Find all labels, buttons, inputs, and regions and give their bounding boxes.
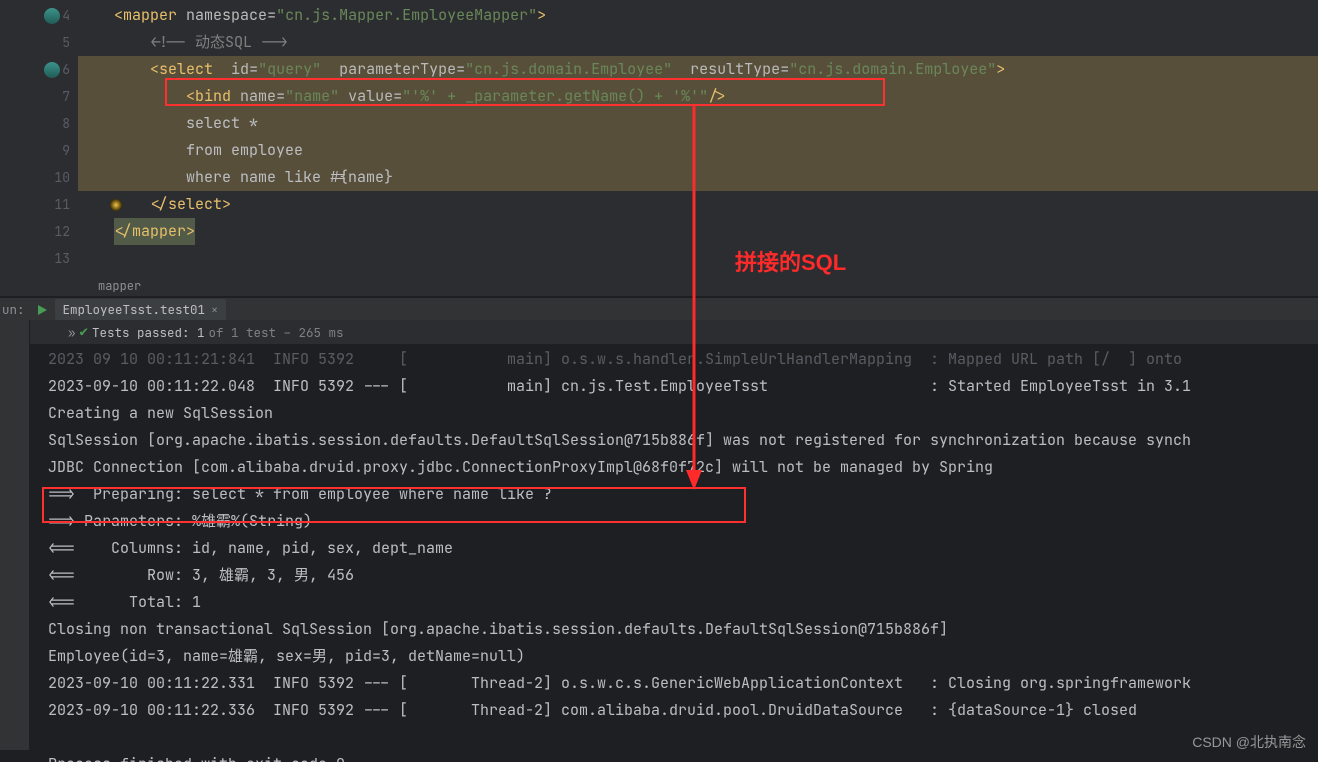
code-line[interactable]: </select>: [78, 191, 1318, 218]
console-line: JDBC Connection [com.alibaba.druid.proxy…: [48, 454, 1318, 481]
gutter-line: 8: [0, 110, 78, 137]
code-line[interactable]: from employee: [78, 137, 1318, 164]
console-line: <== Row: 3, 雄霸, 3, 男, 456: [48, 562, 1318, 589]
run-config-tab[interactable]: EmployeeTsst.test01 ×: [55, 299, 227, 320]
gutter-line: 12: [0, 218, 78, 245]
code-column[interactable]: <mapper namespace="cn.js.Mapper.Employee…: [78, 0, 1318, 275]
console-line: ==> Parameters: %雄霸%(String): [48, 508, 1318, 535]
gutter-line: 13: [0, 245, 78, 272]
console-line: 2023-09-10 00:11:22.336 INFO 5392 --- [ …: [48, 697, 1318, 724]
code-line[interactable]: <select id="query" parameterType="cn.js.…: [78, 56, 1318, 83]
gutter-line: 10: [0, 164, 78, 191]
code-editor[interactable]: 45678910111213 <mapper namespace="cn.js.…: [0, 0, 1318, 275]
watermark: CSDN @北执南念: [1192, 732, 1306, 752]
console-line: SqlSession [org.apache.ibatis.session.de…: [48, 427, 1318, 454]
code-line[interactable]: <bind name="name" value="'%' + _paramete…: [78, 83, 1318, 110]
console-line: <== Columns: id, name, pid, sex, dept_na…: [48, 535, 1318, 562]
console-line: ==> Preparing: select * from employee wh…: [48, 481, 1318, 508]
run-config-label: EmployeeTsst.test01: [63, 301, 206, 318]
gutter-line: 5: [0, 29, 78, 56]
code-line[interactable]: [78, 245, 1318, 272]
gutter-line: 11: [0, 191, 78, 218]
db-icon[interactable]: [44, 8, 60, 24]
console-line: Process finished with exit code 0: [48, 751, 1318, 762]
console-line: Closing non transactional SqlSession [or…: [48, 616, 1318, 643]
run-tab-bar[interactable]: un: EmployeeTsst.test01 ×: [0, 297, 1318, 321]
play-icon: [35, 303, 49, 317]
code-line[interactable]: </mapper>: [78, 218, 1318, 245]
left-tool-strip[interactable]: [0, 320, 30, 750]
console-line: [48, 724, 1318, 751]
annotation-label: 拼接的SQL: [735, 245, 846, 277]
test-status-bar: » ✔ Tests passed: 1 of 1 test – 265 ms: [30, 320, 1318, 344]
test-pass-icon: ✔: [80, 323, 88, 341]
expand-icon[interactable]: »: [68, 324, 76, 341]
console-line: Employee(id=3, name=雄霸, sex=男, pid=3, de…: [48, 643, 1318, 670]
breadcrumb[interactable]: mapper: [0, 275, 1318, 297]
gutter-line: 6: [0, 56, 78, 83]
test-status-text: Tests passed: 1: [92, 324, 205, 341]
code-line[interactable]: select *: [78, 110, 1318, 137]
code-line[interactable]: <mapper namespace="cn.js.Mapper.Employee…: [78, 2, 1318, 29]
console-line: 2023-09-10 00:11:22.331 INFO 5392 --- [ …: [48, 670, 1318, 697]
code-line[interactable]: where name like #{name}: [78, 164, 1318, 191]
console-line: <== Total: 1: [48, 589, 1318, 616]
db-icon[interactable]: [44, 62, 60, 78]
line-gutter: 45678910111213: [0, 0, 78, 275]
console-line: 2023-09-10 00:11:22.048 INFO 5392 --- [ …: [48, 373, 1318, 400]
console-output[interactable]: 2023 09 10 00:11:21:841 INFO 5392 [ main…: [30, 344, 1318, 762]
test-status-detail: of 1 test – 265 ms: [208, 324, 343, 341]
run-label: un:: [2, 301, 25, 318]
close-icon[interactable]: ×: [211, 302, 218, 318]
breadcrumb-item[interactable]: mapper: [98, 278, 141, 294]
gutter-line: 7: [0, 83, 78, 110]
gutter-line: 4: [0, 2, 78, 29]
console-line: 2023 09 10 00:11:21:841 INFO 5392 [ main…: [48, 346, 1318, 373]
gutter-line: 9: [0, 137, 78, 164]
console-line: Creating a new SqlSession: [48, 400, 1318, 427]
code-line[interactable]: <!-- 动态SQL -->: [78, 29, 1318, 56]
